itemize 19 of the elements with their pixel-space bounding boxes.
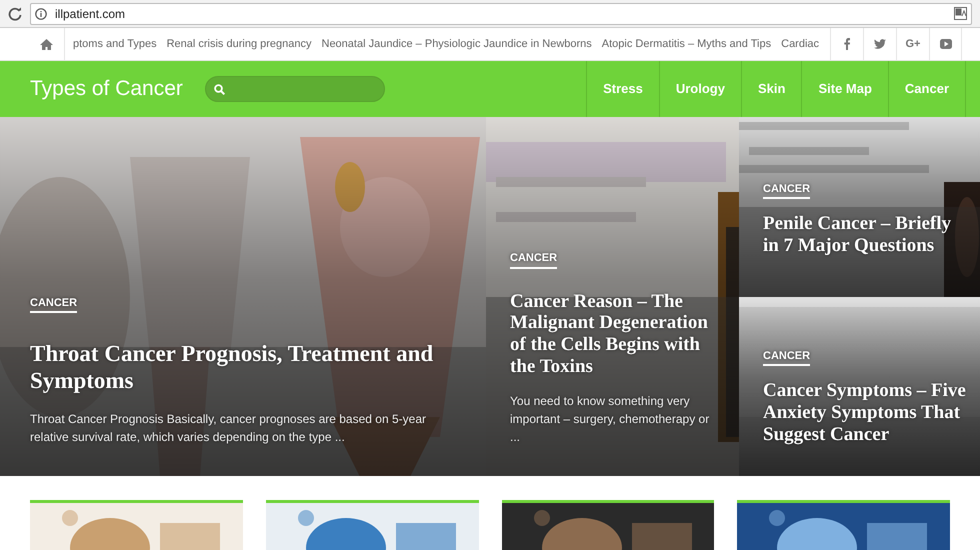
- article-title[interactable]: Cancer Symptoms – Five Anxiety Symptoms That Suggest Cancer: [763, 380, 966, 446]
- reload-icon: [8, 6, 22, 20]
- social-link[interactable]: G+: [896, 28, 929, 60]
- info-icon: [35, 8, 47, 20]
- ticker-link[interactable]: ptoms and Types: [73, 36, 157, 52]
- ticker-link[interactable]: Renal crisis during pregnancy: [166, 36, 312, 52]
- twitter-icon[interactable]: [874, 39, 886, 49]
- facebook-icon[interactable]: [844, 38, 850, 50]
- category-link[interactable]: CANCER: [763, 348, 810, 366]
- video-play-icon[interactable]: [940, 39, 952, 49]
- home-icon: [40, 38, 52, 50]
- search-field[interactable]: [204, 76, 385, 102]
- address-bar[interactable]: illpatient.com: [30, 2, 972, 24]
- search-icon: [214, 84, 225, 94]
- translate-icon: [954, 7, 967, 20]
- ticker-link[interactable]: Atopic Dermatitis – Myths and Tips: [602, 36, 772, 52]
- ticker-link[interactable]: Neonatal Jaundice – Physiologic Jaundice in Newborns: [322, 36, 592, 52]
- ticker-link[interactable]: Cardiac: [781, 36, 820, 52]
- category-link[interactable]: CANCER: [763, 180, 810, 200]
